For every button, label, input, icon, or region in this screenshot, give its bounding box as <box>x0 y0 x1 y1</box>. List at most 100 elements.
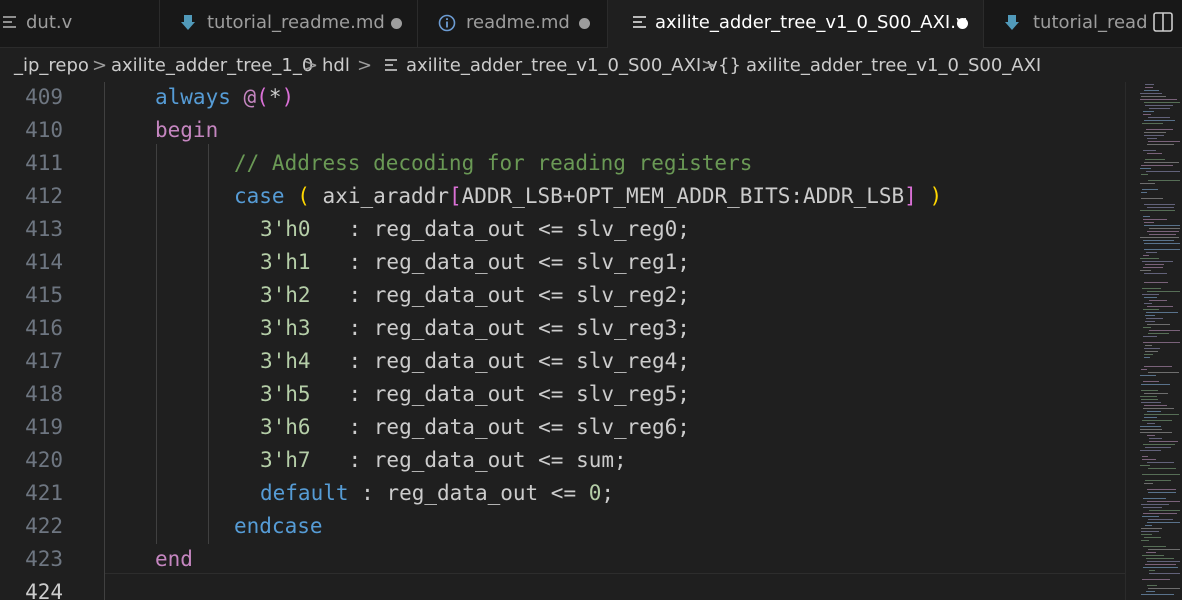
code-line-416: 3'h3 : reg_data_out <= slv_reg3; <box>260 312 690 345</box>
minimap-line <box>1142 555 1164 556</box>
minimap-line <box>1144 366 1172 367</box>
minimap-line <box>1147 462 1174 463</box>
tab-tutorial-readme[interactable]: tutorial_readme.md <box>160 0 418 48</box>
line-number: 419 <box>25 415 63 439</box>
number-literal: 0 <box>588 481 602 505</box>
code-line-423: end <box>155 543 193 576</box>
minimap-line <box>1140 429 1162 430</box>
minimap-line <box>1143 216 1150 217</box>
unsaved-dot-icon <box>957 18 968 29</box>
minimap-line <box>1149 234 1176 235</box>
minimap-line <box>1144 135 1164 136</box>
number-literal: 3'h5 <box>260 382 311 406</box>
minimap-line <box>1144 90 1159 91</box>
breadcrumb-item-module[interactable]: axilite_adder_tree_v1_0_S00_AXI <box>746 55 1041 76</box>
breadcrumb: _ip_repo > axilite_adder_tree_1_0 > hdl … <box>0 48 1182 84</box>
minimap-line <box>1146 312 1178 313</box>
minimap-line <box>1144 162 1179 163</box>
semicolon: ; <box>601 481 615 505</box>
minimap-line <box>1142 420 1172 421</box>
minimap-line <box>1147 291 1180 292</box>
minimap-line <box>1144 393 1168 394</box>
minimap-line <box>1147 423 1155 424</box>
tab-bar: dut.v tutorial_readme.md readme.md axili… <box>0 0 1182 48</box>
minimap-line <box>1143 408 1174 409</box>
minimap-line <box>1144 537 1161 538</box>
minimap-line <box>1145 315 1155 316</box>
minimap-line <box>1143 111 1154 112</box>
unsaved-dot-icon <box>579 18 590 29</box>
minimap-line <box>1147 153 1162 154</box>
minimap-line <box>1146 318 1163 319</box>
line-number-current: 424 <box>25 580 63 600</box>
minimap-line <box>1146 558 1174 559</box>
operator: * <box>268 85 282 109</box>
line-number: 415 <box>25 283 63 307</box>
breadcrumb-item-ip-folder[interactable]: axilite_adder_tree_1_0 <box>111 55 313 76</box>
minimap-line <box>1142 456 1148 457</box>
number-literal: 3'h7 <box>260 448 311 472</box>
tab-tutorial-read[interactable]: tutorial_read <box>984 0 1152 48</box>
identifier: axi_araddr <box>322 184 449 208</box>
minimap-line <box>1145 159 1165 160</box>
minimap-line <box>1144 348 1160 349</box>
tab-readme[interactable]: readme.md <box>418 0 608 48</box>
minimap-line <box>1145 480 1171 481</box>
minimap-line <box>1148 549 1180 550</box>
minimap-line <box>1144 204 1175 205</box>
line-number: 412 <box>25 184 63 208</box>
line-number: 410 <box>25 118 63 142</box>
info-icon <box>438 14 456 37</box>
minimap-line <box>1148 492 1176 493</box>
tab-label: tutorial_readme.md <box>207 12 385 33</box>
minimap-line <box>1140 465 1150 466</box>
code-editor[interactable]: 409 410 411 412 413 414 415 416 417 418 … <box>0 82 1125 600</box>
minimap-line <box>1141 192 1147 193</box>
minimap-line <box>1143 444 1175 445</box>
breadcrumb-item-hdl[interactable]: hdl <box>322 55 350 76</box>
line-number: 421 <box>25 481 63 505</box>
minimap-line <box>1142 474 1180 475</box>
minimap-line <box>1140 426 1161 427</box>
number-literal: 3'h4 <box>260 349 311 373</box>
minimap-line <box>1146 171 1180 172</box>
breadcrumb-item-ip-repo[interactable]: _ip_repo <box>14 55 89 76</box>
minimap-line <box>1147 324 1170 325</box>
tab-dut-v[interactable]: dut.v <box>0 0 160 48</box>
minimap-line <box>1144 243 1180 244</box>
statement: : reg_data_out <= slv_reg6; <box>310 415 690 439</box>
minimap-line <box>1145 321 1155 322</box>
minimap[interactable] <box>1125 82 1182 600</box>
minimap-line <box>1148 519 1173 520</box>
minimap-line <box>1141 369 1147 370</box>
code-line-413: 3'h0 : reg_data_out <= slv_reg0; <box>260 213 690 246</box>
minimap-line <box>1145 564 1176 565</box>
minimap-line <box>1142 294 1159 295</box>
indent-guide <box>208 144 209 544</box>
comment: // Address decoding for reading register… <box>234 151 753 175</box>
code-line-418: 3'h5 : reg_data_out <= slv_reg5; <box>260 378 690 411</box>
breadcrumb-separator: > <box>92 55 108 76</box>
indent-guide <box>104 82 105 600</box>
tab-axilite-adder-tree-s00-axi[interactable]: axilite_adder_tree_v1_0_S00_AXI.v <box>608 0 984 48</box>
minimap-line <box>1143 327 1151 328</box>
minimap-line <box>1144 273 1167 274</box>
minimap-line <box>1143 567 1178 568</box>
breadcrumb-item-file[interactable]: axilite_adder_tree_v1_0_S00_AXI.v <box>406 55 718 76</box>
minimap-line <box>1147 501 1180 502</box>
indent-guide <box>156 144 157 544</box>
minimap-line <box>1147 561 1180 562</box>
minimap-line <box>1144 102 1180 103</box>
number-literal: 3'h2 <box>260 283 311 307</box>
minimap-line <box>1141 504 1169 505</box>
minimap-line <box>1141 96 1166 97</box>
split-editor-button[interactable] <box>1152 11 1178 35</box>
minimap-line <box>1149 228 1180 229</box>
breadcrumb-separator: > <box>303 55 319 76</box>
code-line-410: begin <box>155 114 218 147</box>
minimap-line <box>1145 264 1164 265</box>
minimap-line <box>1145 345 1152 346</box>
line-number: 414 <box>25 250 63 274</box>
